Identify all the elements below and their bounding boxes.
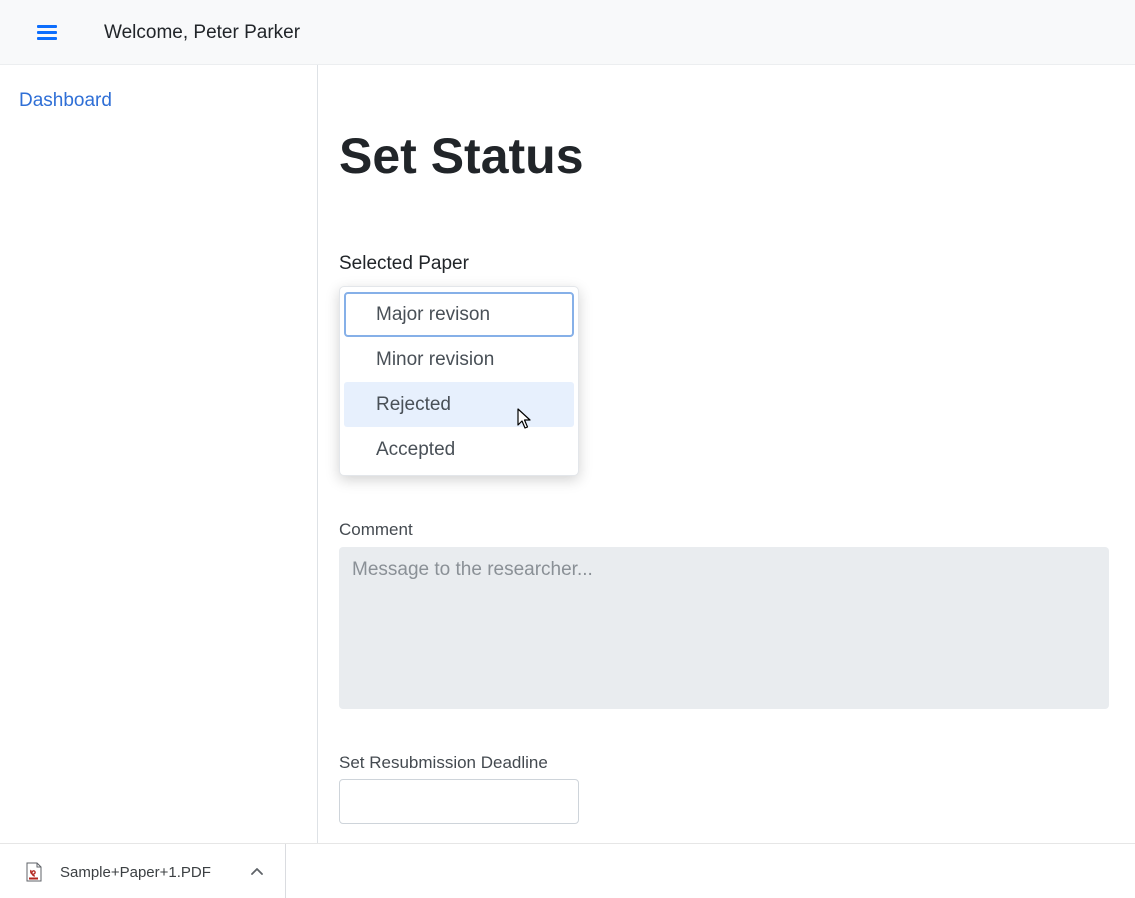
main-content: Set Status Selected Paper Major revison … (319, 65, 1135, 843)
status-option-major-revision[interactable]: Major revison (344, 292, 574, 337)
hamburger-menu-icon[interactable] (37, 25, 57, 41)
status-option-rejected[interactable]: Rejected (344, 382, 574, 427)
download-filename: Sample+Paper+1.PDF (60, 864, 211, 881)
download-bar: Sample+Paper+1.PDF (0, 843, 1135, 898)
resubmission-deadline-input[interactable] (339, 779, 579, 824)
page-title: Set Status (339, 128, 584, 184)
selected-paper-label: Selected Paper (339, 253, 469, 274)
sidebar-item-dashboard[interactable]: Dashboard (19, 90, 112, 112)
welcome-text: Welcome, Peter Parker (104, 22, 301, 43)
top-navbar: Welcome, Peter Parker (0, 0, 1135, 65)
status-dropdown-list[interactable]: Major revison Minor revision Rejected Ac… (339, 286, 579, 476)
status-option-accepted[interactable]: Accepted (344, 427, 574, 472)
sidebar: Dashboard (0, 65, 318, 843)
comment-label: Comment (339, 520, 413, 539)
status-option-minor-revision[interactable]: Minor revision (344, 337, 574, 382)
download-item[interactable]: Sample+Paper+1.PDF (0, 844, 286, 898)
comment-textarea[interactable] (339, 547, 1109, 709)
chevron-up-icon[interactable] (250, 866, 264, 876)
resubmission-deadline-label: Set Resubmission Deadline (339, 753, 548, 772)
pdf-file-icon (26, 862, 42, 882)
mouse-pointer-icon (517, 408, 531, 429)
